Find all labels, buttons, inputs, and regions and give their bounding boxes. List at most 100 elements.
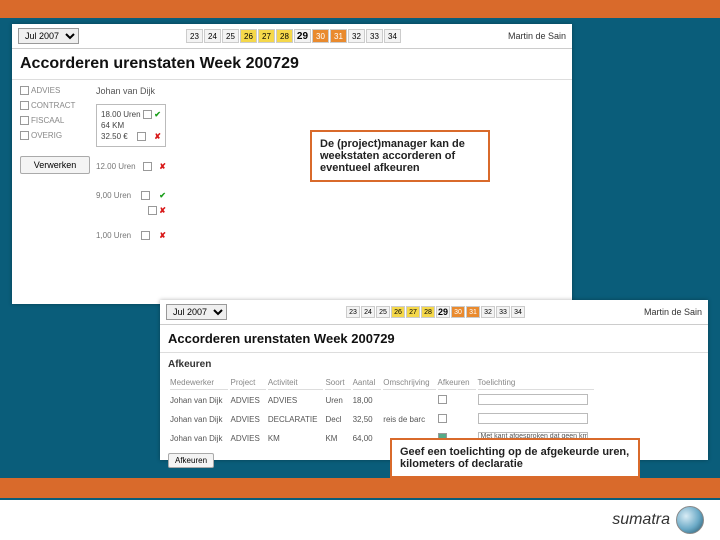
subtitle: Afkeuren	[168, 359, 700, 370]
top-accent-bar	[0, 0, 720, 18]
reject-icon[interactable]: ✘	[154, 132, 161, 141]
cell: Johan van Dijk	[170, 411, 228, 428]
cell: reis de barc	[383, 411, 435, 428]
toelichting-input[interactable]	[478, 413, 588, 424]
checkbox-icon[interactable]	[143, 162, 152, 171]
cell: DECLARATIE	[268, 411, 324, 428]
day-cell[interactable]: 25	[376, 306, 390, 318]
table-row: Johan van Dijk ADVIES DECLARATIE Decl 32…	[170, 411, 594, 428]
day-cell[interactable]: 26	[391, 306, 405, 318]
category-label: OVERIG	[31, 131, 62, 140]
col-omschrijving: Omschrijving	[383, 376, 435, 390]
day-cell[interactable]: 33	[496, 306, 510, 318]
checkbox-icon[interactable]	[141, 231, 150, 240]
page-title: Accorderen urenstaten Week 200729	[160, 325, 708, 353]
approve-icon[interactable]: ✔	[159, 191, 166, 200]
person-name: Johan van Dijk	[96, 86, 166, 96]
table-row: Johan van Dijk ADVIES ADVIES Uren 18,00	[170, 392, 594, 409]
col-toelichting: Toelichting	[478, 376, 594, 390]
day-cell[interactable]: 27	[406, 306, 420, 318]
day-cell[interactable]: 28	[421, 306, 435, 318]
category-item[interactable]: OVERIG	[20, 131, 90, 140]
reject-icon[interactable]: ✘	[159, 206, 166, 215]
toelichting-input[interactable]	[478, 394, 588, 405]
cell: 64,00	[353, 430, 382, 447]
col-afkeuren: Afkeuren	[438, 376, 476, 390]
reject-icon[interactable]: ✘	[159, 231, 166, 240]
col-project: Project	[230, 376, 265, 390]
day-cell[interactable]: 31	[330, 29, 347, 43]
stat-hours: 18.00 Uren	[101, 110, 141, 119]
bottom-accent-bar	[0, 478, 720, 498]
reject-button[interactable]: Afkeuren	[168, 453, 214, 468]
checkbox-icon[interactable]	[137, 132, 146, 141]
cell	[383, 392, 435, 409]
day-cell[interactable]: 31	[466, 306, 480, 318]
callout-2: Geef een toelichting op de afgekeurde ur…	[390, 438, 640, 478]
col-soort: Soort	[325, 376, 350, 390]
footer: sumatra	[0, 500, 720, 540]
col-medewerker: Medewerker	[170, 376, 228, 390]
checkbox-icon[interactable]	[20, 86, 29, 95]
checkbox-icon[interactable]	[141, 191, 150, 200]
month-select[interactable]: Jul 2007	[166, 304, 227, 320]
day-cell[interactable]: 23	[346, 306, 360, 318]
reject-checkbox[interactable]	[438, 414, 447, 423]
cell: Johan van Dijk	[170, 392, 228, 409]
day-cell[interactable]: 34	[384, 29, 401, 43]
checkbox-icon[interactable]	[20, 116, 29, 125]
logo-text: sumatra	[612, 511, 670, 529]
checkbox-icon[interactable]	[143, 110, 152, 119]
current-user: Martin de Sain	[644, 307, 702, 317]
cell: 32,50	[353, 411, 382, 428]
category-item[interactable]: ADVIES	[20, 86, 90, 95]
cell: KM	[325, 430, 350, 447]
process-button[interactable]: Verwerken	[20, 156, 90, 174]
category-label: CONTRACT	[31, 101, 75, 110]
cell: Decl	[325, 411, 350, 428]
day-cell[interactable]: 30	[312, 29, 329, 43]
logo: sumatra	[612, 506, 704, 534]
cell: ADVIES	[230, 430, 265, 447]
cell: ADVIES	[268, 392, 324, 409]
category-item[interactable]: FISCAAL	[20, 116, 90, 125]
globe-icon	[676, 506, 704, 534]
day-cell-current[interactable]: 29	[436, 306, 450, 318]
day-cell[interactable]: 32	[348, 29, 365, 43]
category-list: ADVIES CONTRACT FISCAAL OVERIG Verwerken	[20, 86, 90, 241]
day-cell[interactable]: 23	[186, 29, 203, 43]
cell: Uren	[325, 392, 350, 409]
checkbox-icon[interactable]	[20, 101, 29, 110]
category-label: ADVIES	[31, 86, 60, 95]
day-cell[interactable]: 34	[511, 306, 525, 318]
day-cell[interactable]: 30	[451, 306, 465, 318]
day-cell[interactable]: 33	[366, 29, 383, 43]
callout-1: De (project)manager kan de weekstaten ac…	[310, 130, 490, 182]
day-cell[interactable]: 24	[204, 29, 221, 43]
category-label: FISCAAL	[31, 116, 64, 125]
month-select[interactable]: Jul 2007	[18, 28, 79, 44]
day-cell[interactable]: 25	[222, 29, 239, 43]
day-cell[interactable]: 27	[258, 29, 275, 43]
checkbox-icon[interactable]	[20, 131, 29, 140]
stat-km: 64 KM	[101, 121, 124, 130]
day-cell[interactable]: 24	[361, 306, 375, 318]
category-item[interactable]: CONTRACT	[20, 101, 90, 110]
hours-line: 12.00 Uren	[96, 162, 136, 171]
checkbox-icon[interactable]	[148, 206, 157, 215]
day-cell[interactable]: 26	[240, 29, 257, 43]
cell: KM	[268, 430, 324, 447]
day-strip: 23 24 25 26 27 28 29 30 31 32 33 34	[186, 29, 401, 43]
cell: ADVIES	[230, 392, 265, 409]
approve-icon[interactable]: ✔	[154, 110, 161, 119]
reject-icon[interactable]: ✘	[159, 162, 166, 171]
panel-header: Jul 2007 23 24 25 26 27 28 29 30 31 32 3…	[160, 300, 708, 325]
panel-header: Jul 2007 23 24 25 26 27 28 29 30 31 32 3…	[12, 24, 572, 49]
day-cell[interactable]: 28	[276, 29, 293, 43]
reject-checkbox[interactable]	[438, 395, 447, 404]
person-summary: Johan van Dijk 18.00 Uren✔ 64 KM 32.50 €…	[96, 86, 166, 241]
hours-line: 1,00 Uren	[96, 231, 131, 240]
day-cell[interactable]: 32	[481, 306, 495, 318]
col-aantal: Aantal	[353, 376, 382, 390]
day-cell-current[interactable]: 29	[294, 29, 311, 43]
